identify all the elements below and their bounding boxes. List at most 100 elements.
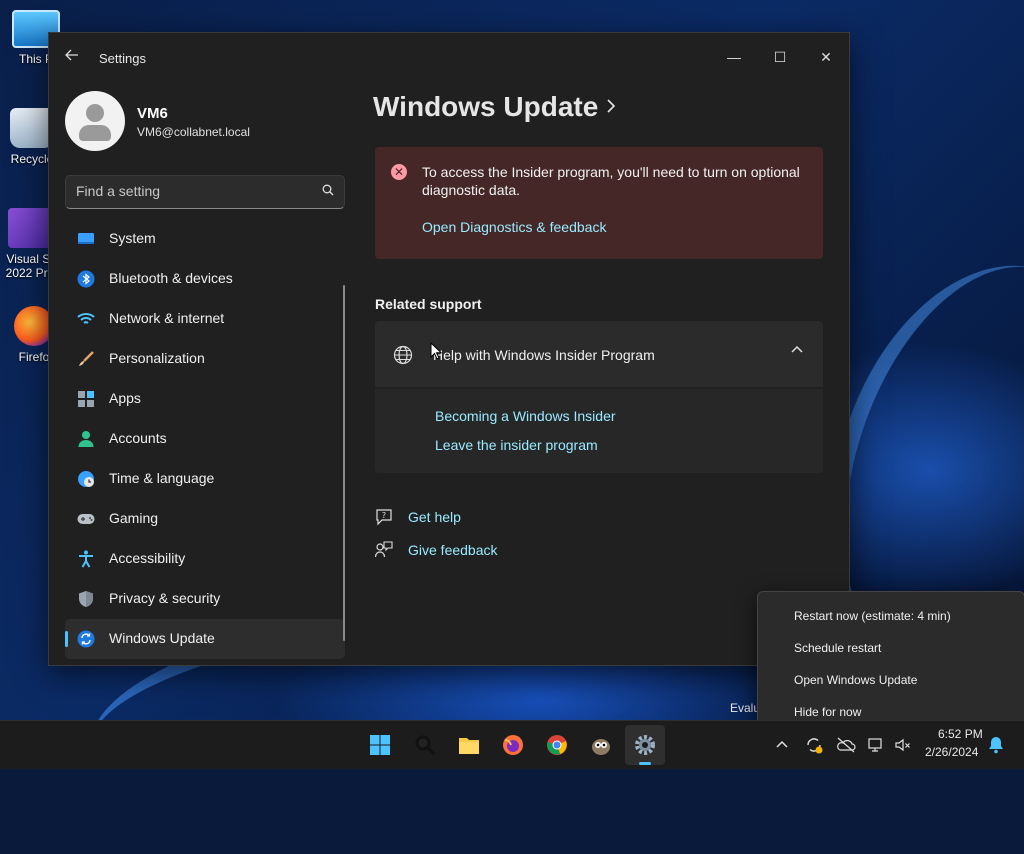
start-icon	[370, 735, 390, 755]
sidebar-item-label: Gaming	[109, 510, 159, 526]
globe-clock-icon	[78, 471, 94, 487]
search-icon	[415, 735, 436, 756]
sidebar-item-system[interactable]: System	[65, 219, 345, 259]
taskbar: 6:52 PM 2/26/2024	[0, 720, 1024, 769]
alert-message: To access the Insider program, you'll ne…	[422, 164, 800, 198]
get-help-link[interactable]: Get help	[408, 509, 461, 525]
accessibility-icon	[79, 550, 93, 568]
sidebar-item-label: Bluetooth & devices	[109, 270, 233, 286]
apps-icon	[78, 391, 94, 407]
sidebar-item-label: Accounts	[109, 430, 167, 446]
sidebar-item-label: System	[109, 230, 156, 246]
start-button[interactable]	[360, 725, 400, 765]
file-explorer-icon	[459, 738, 479, 754]
taskbar-search-button[interactable]	[405, 725, 445, 765]
expander-label: Help with Windows Insider Program	[433, 347, 655, 363]
sidebar-item-label: Time & language	[109, 470, 215, 486]
sidebar-item-label: Apps	[109, 390, 141, 406]
maximize-button[interactable]: ☐	[757, 41, 803, 73]
profile-email: VM6@collabnet.local	[137, 125, 250, 139]
sidebar-item-windows-update[interactable]: Windows Update	[65, 619, 345, 659]
error-icon: ✕	[391, 164, 407, 180]
title-bar[interactable]: Settings — ☐ ✕	[49, 33, 849, 81]
settings-button[interactable]	[625, 725, 665, 765]
menu-item-restart-now[interactable]: Restart now (estimate: 4 min)	[758, 600, 1024, 632]
menu-item-label: Restart now (estimate: 4 min)	[794, 609, 951, 623]
clock-time[interactable]: 6:52 PM	[938, 727, 983, 741]
menu-item-label: Open Windows Update	[794, 673, 918, 687]
sidebar-item-label: Windows Update	[109, 630, 215, 646]
visual-studio-icon	[8, 208, 52, 248]
search-icon	[322, 184, 334, 196]
sidebar-scrollbar[interactable]	[343, 285, 345, 641]
file-explorer-button[interactable]	[449, 725, 489, 765]
open-diagnostics-link[interactable]: Open Diagnostics & feedback	[422, 219, 606, 235]
avatar[interactable]	[65, 91, 125, 151]
bluetooth-icon	[77, 270, 95, 288]
sidebar-item-network[interactable]: Network & internet	[65, 299, 345, 339]
expander-content: Becoming a Windows Insider Leave the ins…	[375, 389, 823, 473]
give-feedback-link[interactable]: Give feedback	[408, 542, 498, 558]
minimize-button[interactable]: —	[711, 41, 757, 73]
insider-help-expander[interactable]: Help with Windows Insider Program	[375, 321, 823, 387]
related-support-heading: Related support	[375, 296, 482, 312]
sidebar-item-personalization[interactable]: Personalization	[65, 339, 345, 379]
leave-insider-link[interactable]: Leave the insider program	[435, 437, 598, 453]
sidebar-nav: System Bluetooth & devices Network & int…	[65, 219, 345, 659]
firefox-button[interactable]	[493, 725, 533, 765]
breadcrumb-chevron-icon	[605, 97, 617, 120]
app-title: Settings	[99, 51, 146, 66]
settings-icon	[635, 735, 655, 755]
sidebar-item-label: Privacy & security	[109, 590, 221, 606]
search-input[interactable]	[66, 176, 316, 206]
shield-icon	[79, 591, 93, 607]
evaluation-watermark: Evalu	[730, 701, 761, 715]
tray-overflow-chevron-icon[interactable]	[772, 735, 792, 755]
sidebar-item-gaming[interactable]: Gaming	[65, 499, 345, 539]
menu-item-label: Hide for now	[794, 705, 862, 719]
sidebar-item-time-language[interactable]: Time & language	[65, 459, 345, 499]
mouse-cursor-icon	[430, 342, 442, 360]
avatar-body	[79, 125, 111, 141]
gimp-icon	[592, 739, 610, 755]
sidebar-item-privacy[interactable]: Privacy & security	[65, 579, 345, 619]
gimp-button[interactable]	[581, 725, 621, 765]
onedrive-off-icon[interactable]	[836, 735, 856, 755]
becoming-insider-link[interactable]: Becoming a Windows Insider	[435, 408, 616, 424]
update-context-menu: Restart now (estimate: 4 min) Schedule r…	[757, 591, 1024, 737]
page-title: Windows Update	[373, 91, 599, 122]
search-box[interactable]	[65, 175, 345, 209]
back-button[interactable]	[61, 47, 83, 69]
network-icon[interactable]	[866, 735, 886, 755]
sidebar-item-label: Personalization	[109, 350, 205, 366]
menu-item-schedule-restart[interactable]: Schedule restart	[758, 632, 1024, 664]
sidebar-item-accessibility[interactable]: Accessibility	[65, 539, 345, 579]
help-chat-icon: ?	[376, 509, 392, 526]
close-button[interactable]: ✕	[803, 41, 849, 73]
arrow-left-icon	[65, 49, 78, 61]
settings-window: Settings — ☐ ✕ VM6 VM6@collabnet.local S…	[48, 32, 850, 666]
sidebar-item-accounts[interactable]: Accounts	[65, 419, 345, 459]
volume-muted-icon[interactable]	[893, 735, 913, 755]
chrome-button[interactable]	[537, 725, 577, 765]
profile-name: VM6	[137, 105, 168, 122]
update-icon	[77, 630, 95, 648]
insider-error-banner: ✕ To access the Insider program, you'll …	[375, 147, 823, 259]
firefox-icon	[503, 735, 523, 755]
clock-date[interactable]: 2/26/2024	[925, 745, 978, 759]
menu-item-open-windows-update[interactable]: Open Windows Update	[758, 664, 1024, 696]
notification-bell-icon[interactable]	[986, 735, 1006, 755]
avatar-head	[86, 104, 104, 122]
chevron-up-icon[interactable]	[791, 343, 803, 359]
menu-item-label: Schedule restart	[794, 641, 882, 655]
sidebar-item-bluetooth[interactable]: Bluetooth & devices	[65, 259, 345, 299]
system-icon	[78, 233, 94, 244]
update-pending-icon[interactable]	[804, 735, 824, 755]
accounts-icon	[78, 431, 94, 447]
svg-text:?: ?	[382, 511, 386, 520]
gamepad-icon	[77, 514, 95, 524]
sidebar-item-label: Network & internet	[109, 310, 225, 326]
chrome-icon	[547, 735, 567, 755]
sidebar-item-apps[interactable]: Apps	[65, 379, 345, 419]
brush-icon	[79, 351, 94, 366]
